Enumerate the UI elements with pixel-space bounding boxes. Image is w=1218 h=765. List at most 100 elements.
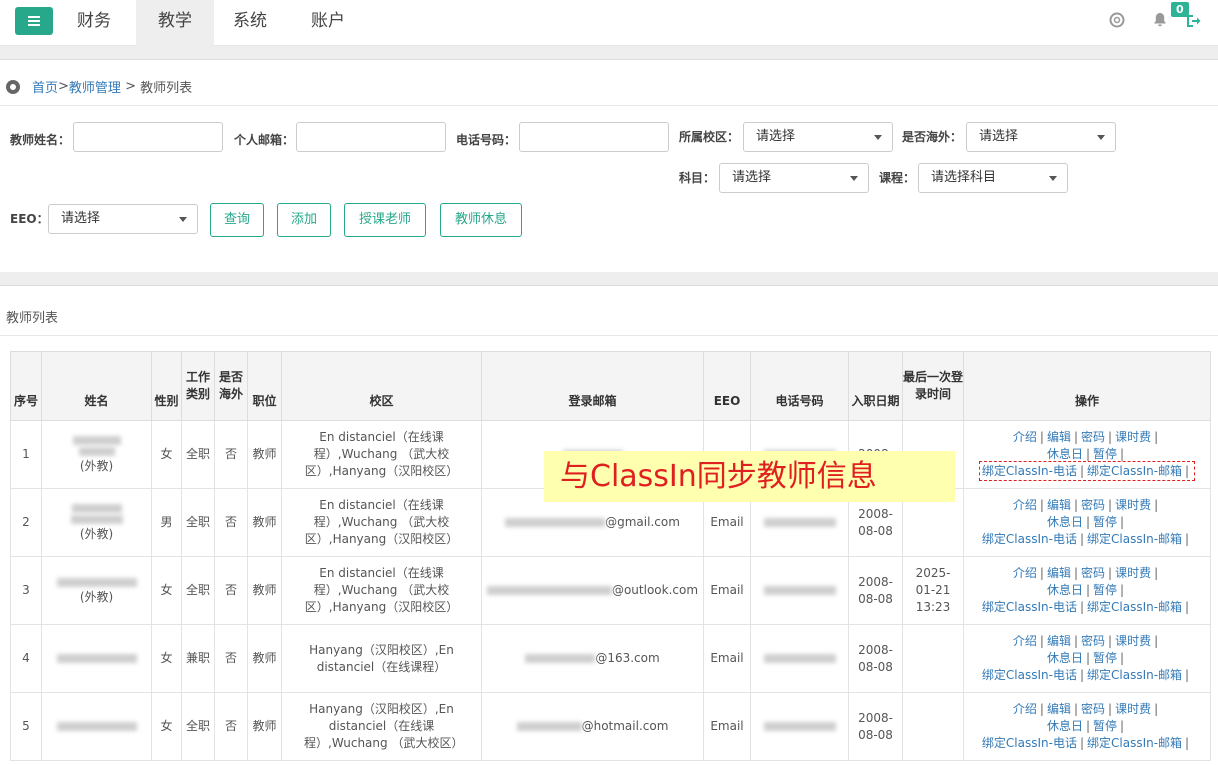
op-separator: | — [1108, 702, 1113, 716]
intro-link[interactable]: 介绍 — [1013, 430, 1037, 444]
pause-link[interactable]: 暂停 — [1093, 447, 1117, 461]
subject-select[interactable]: 请选择 — [719, 163, 869, 193]
bind-classin-phone-link[interactable]: 绑定ClassIn-电话 — [982, 668, 1077, 682]
classin-bind-links: 绑定ClassIn-电话 | 绑定ClassIn-邮箱 | — [978, 461, 1196, 481]
cell-joindate: 2008-08-08 — [848, 624, 903, 693]
cell-email: @hotmail.com — [481, 692, 704, 761]
breadcrumb-home-link[interactable]: 首页 — [32, 77, 58, 96]
op-separator: | — [1120, 651, 1125, 665]
edit-link[interactable]: 编辑 — [1047, 634, 1071, 648]
bind-classin-email-link[interactable]: 绑定ClassIn-邮箱 — [1087, 600, 1182, 614]
eeo-label: EEO： — [10, 212, 49, 226]
overseas-select[interactable]: 请选择 — [966, 122, 1116, 152]
cell-worktype: 全职 — [181, 692, 215, 761]
course-select[interactable]: 请选择科目 — [918, 163, 1068, 193]
cell-name: (外教) — [41, 488, 152, 557]
restday-link[interactable]: 休息日 — [1047, 583, 1083, 597]
bind-classin-email-link[interactable]: 绑定ClassIn-邮箱 — [1087, 736, 1182, 750]
bell-icon[interactable] — [1152, 12, 1168, 28]
redacted-name — [56, 722, 137, 731]
personal-email-input[interactable] — [296, 122, 446, 152]
teacher-name-label: 教师姓名： — [10, 133, 71, 147]
edit-link[interactable]: 编辑 — [1047, 566, 1071, 580]
col-header-name: 姓名 — [41, 351, 152, 421]
cell-position: 教师 — [247, 420, 282, 489]
intro-link[interactable]: 介绍 — [1013, 634, 1037, 648]
logout-icon[interactable] — [1185, 13, 1201, 29]
intro-link[interactable]: 介绍 — [1013, 498, 1037, 512]
bind-classin-phone-link[interactable]: 绑定ClassIn-电话 — [982, 736, 1077, 750]
cell-name: (外教) — [41, 556, 152, 625]
teacher-name-input[interactable] — [73, 122, 223, 152]
cell-eeo: Email — [703, 556, 751, 625]
col-header-campus: 校区 — [281, 351, 482, 421]
intro-link[interactable]: 介绍 — [1013, 566, 1037, 580]
intro-link[interactable]: 介绍 — [1013, 702, 1037, 716]
edit-link[interactable]: 编辑 — [1047, 498, 1071, 512]
password-link[interactable]: 密码 — [1081, 566, 1105, 580]
teacher-rest-button[interactable]: 教师休息 — [440, 203, 522, 237]
bind-classin-email-link[interactable]: 绑定ClassIn-邮箱 — [1087, 668, 1182, 682]
restday-link[interactable]: 休息日 — [1047, 651, 1083, 665]
password-link[interactable]: 密码 — [1081, 634, 1105, 648]
bind-classin-phone-link[interactable]: 绑定ClassIn-电话 — [982, 464, 1077, 478]
teaching-teachers-button[interactable]: 授课老师 — [344, 203, 426, 237]
divider — [0, 105, 1218, 106]
op-separator: | — [1120, 719, 1125, 733]
phone-input[interactable] — [519, 122, 669, 152]
pause-link[interactable]: 暂停 — [1093, 515, 1117, 529]
col-header-lastlogin: 最后一次登录时间 — [902, 351, 964, 421]
redacted-name — [56, 577, 137, 587]
nav-tab-finance[interactable]: 财务 — [58, 0, 130, 46]
bind-classin-phone-link[interactable]: 绑定ClassIn-电话 — [982, 600, 1077, 614]
op-separator: | — [1154, 702, 1159, 716]
location-pin-icon — [6, 79, 20, 94]
help-lifebuoy-icon[interactable] — [1109, 12, 1125, 28]
cell-eeo: Email — [703, 624, 751, 693]
overseas-select-value: 请选择 — [979, 129, 1019, 144]
op-separator: | — [1079, 668, 1084, 682]
bind-classin-email-link[interactable]: 绑定ClassIn-邮箱 — [1087, 464, 1182, 478]
edit-link[interactable]: 编辑 — [1047, 702, 1071, 716]
email-domain: @gmail.com — [605, 515, 680, 529]
breadcrumb-teacher-mgmt-link[interactable]: 教师管理 — [69, 77, 121, 96]
add-button[interactable]: 添加 — [277, 203, 331, 237]
pause-link[interactable]: 暂停 — [1093, 719, 1117, 733]
cell-ops: 介绍 | 编辑 | 密码 | 课时费 | 休息日 | 暂停 | 绑定ClassIn-电话 | 绑定Class… — [963, 488, 1211, 557]
redacted-phone — [763, 586, 836, 595]
cell-phone — [750, 556, 849, 625]
breadcrumb-current: 教师列表 — [140, 81, 193, 96]
edit-link[interactable]: 编辑 — [1047, 430, 1071, 444]
fee-link[interactable]: 课时费 — [1115, 430, 1151, 444]
pause-link[interactable]: 暂停 — [1093, 583, 1117, 597]
fee-link[interactable]: 课时费 — [1115, 566, 1151, 580]
query-button[interactable]: 查询 — [210, 203, 264, 237]
restday-link[interactable]: 休息日 — [1047, 447, 1083, 461]
cell-position: 教师 — [247, 692, 282, 761]
nav-tab-teaching[interactable]: 教学 — [136, 0, 214, 46]
table-row: 4 女兼职否教师 Hanyang（汉阳校区）,En distanciel（在线课程）… — [10, 624, 1211, 693]
bind-classin-phone-link[interactable]: 绑定ClassIn-电话 — [982, 532, 1077, 546]
op-separator: | — [1073, 634, 1078, 648]
restday-link[interactable]: 休息日 — [1047, 719, 1083, 733]
password-link[interactable]: 密码 — [1081, 702, 1105, 716]
op-separator: | — [1073, 498, 1078, 512]
pause-link[interactable]: 暂停 — [1093, 651, 1117, 665]
campus-select[interactable]: 请选择 — [743, 122, 893, 152]
restday-link[interactable]: 休息日 — [1047, 515, 1083, 529]
cell-overseas: 否 — [214, 692, 248, 761]
fee-link[interactable]: 课时费 — [1115, 498, 1151, 512]
nav-tab-account[interactable]: 账户 — [292, 0, 364, 46]
fee-link[interactable]: 课时费 — [1115, 702, 1151, 716]
eeo-select[interactable]: 请选择 — [48, 204, 198, 234]
nav-tab-system[interactable]: 系统 — [214, 0, 286, 46]
classin-bind-links: 绑定ClassIn-电话 | 绑定ClassIn-邮箱 | — [982, 736, 1192, 750]
cell-name: (外教) — [41, 420, 152, 489]
password-link[interactable]: 密码 — [1081, 498, 1105, 512]
bind-classin-email-link[interactable]: 绑定ClassIn-邮箱 — [1087, 532, 1182, 546]
chevron-down-icon — [850, 176, 858, 181]
hamburger-menu-button[interactable] — [15, 7, 53, 35]
fee-link[interactable]: 课时费 — [1115, 634, 1151, 648]
password-link[interactable]: 密码 — [1081, 430, 1105, 444]
cell-ops: 介绍 | 编辑 | 密码 | 课时费 | 休息日 | 暂停 | 绑定ClassIn-电话 | 绑定Class… — [963, 556, 1211, 625]
